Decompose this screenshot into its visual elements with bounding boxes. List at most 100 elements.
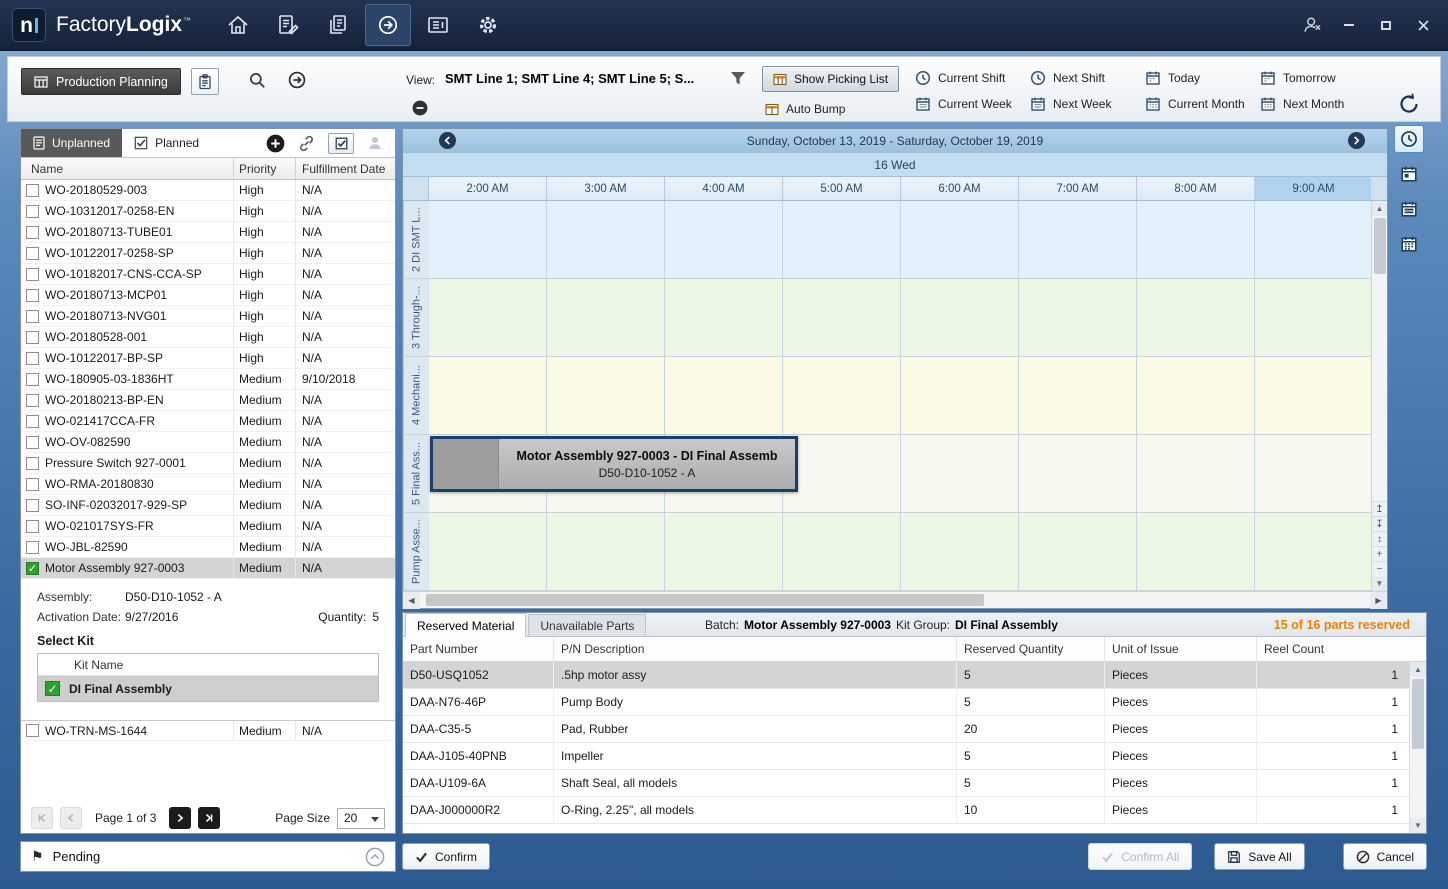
week-view-button[interactable]	[1394, 195, 1424, 223]
scroll-down-button[interactable]: ▼	[1372, 576, 1388, 591]
time-column-header[interactable]: 2:00 AM	[429, 177, 547, 200]
settings-nav-button[interactable]	[465, 4, 511, 46]
work-order-row[interactable]: Motor Assembly 927-0003 Medium N/A	[21, 558, 395, 579]
current-shift-button[interactable]: Current Shift	[915, 70, 1030, 86]
row-checkbox[interactable]	[26, 205, 39, 218]
column-header-date[interactable]: Fulfillment Date	[296, 158, 395, 179]
work-order-row[interactable]: WO-180905-03-1836HT Medium 9/10/2018	[21, 369, 395, 390]
row-checkbox[interactable]	[26, 478, 39, 491]
reports-nav-button[interactable]	[415, 4, 461, 46]
work-order-row[interactable]: WO-10122017-0258-SP High N/A	[21, 243, 395, 264]
jump-to-top-button[interactable]: ↥	[1372, 501, 1388, 516]
previous-week-arrow-button[interactable]	[439, 132, 456, 149]
time-column-header[interactable]: 6:00 AM	[901, 177, 1019, 200]
work-order-row[interactable]: WO-20180529-003 High N/A	[21, 180, 395, 201]
board-button[interactable]	[191, 68, 219, 95]
scroll-down-button[interactable]: ▼	[1410, 818, 1426, 833]
scheduled-task-bar[interactable]: Motor Assembly 927-0003 - DI Final Assem…	[430, 436, 798, 492]
time-column-header[interactable]: 8:00 AM	[1137, 177, 1255, 200]
work-order-row[interactable]: WO-20180713-TUBE01 High N/A	[21, 222, 395, 243]
scroll-right-button[interactable]: ▶	[1370, 592, 1387, 609]
save-all-button[interactable]: Save All	[1214, 843, 1304, 870]
row-checkbox[interactable]	[26, 436, 39, 449]
collapse-button[interactable]	[412, 100, 428, 116]
column-header-name[interactable]: Name	[21, 158, 234, 179]
next-shift-button[interactable]: Next Shift	[1030, 70, 1145, 86]
column-header-unit-of-issue[interactable]: Unit of Issue	[1105, 637, 1257, 661]
next-month-button[interactable]: Next Month	[1260, 96, 1372, 112]
work-order-row[interactable]: WO-10182017-CNS-CCA-SP High N/A	[21, 264, 395, 285]
resource-label[interactable]: 5 Final Ass...	[403, 435, 429, 512]
scrollbar-thumb[interactable]	[1374, 218, 1386, 274]
user-session-button[interactable]	[1301, 14, 1323, 36]
row-checkbox[interactable]	[26, 499, 39, 512]
resource-label[interactable]: 2 DI SMT L...	[403, 201, 429, 278]
schedule-lane[interactable]	[429, 201, 1371, 278]
today-button[interactable]: Today	[1145, 70, 1260, 86]
time-column-header[interactable]: 3:00 AM	[547, 177, 665, 200]
last-page-button[interactable]	[198, 807, 220, 829]
search-button[interactable]	[248, 71, 266, 89]
column-header-reel-count[interactable]: Reel Count	[1257, 637, 1426, 661]
worksheets-nav-button[interactable]	[265, 4, 311, 46]
work-order-row[interactable]: WO-20180713-MCP01 High N/A	[21, 285, 395, 306]
row-checkbox[interactable]	[26, 331, 39, 344]
tab-planned[interactable]: Planned	[122, 129, 211, 157]
zoom-out-button[interactable]: −	[1372, 561, 1388, 576]
work-order-row[interactable]: WO-021417CCA-FR Medium N/A	[21, 411, 395, 432]
row-checkbox[interactable]	[26, 289, 39, 302]
current-month-button[interactable]: Current Month	[1145, 96, 1260, 112]
time-column-header[interactable]: 4:00 AM	[665, 177, 783, 200]
confirm-all-button[interactable]: Confirm All	[1088, 843, 1192, 870]
task-drag-handle[interactable]	[433, 439, 499, 489]
column-header-reserved-quantity[interactable]: Reserved Quantity	[957, 637, 1105, 661]
locate-button[interactable]	[288, 71, 306, 89]
part-row[interactable]: D50-USQ1052 .5hp motor assy 5 Pieces 1	[403, 662, 1426, 689]
row-checkbox[interactable]	[26, 184, 39, 197]
kit-checkbox[interactable]	[45, 681, 60, 696]
show-selected-toggle[interactable]	[328, 133, 354, 154]
time-column-header[interactable]: 7:00 AM	[1019, 177, 1137, 200]
work-order-row[interactable]: WO-10312017-0258-EN High N/A	[21, 201, 395, 222]
scroll-up-button[interactable]: ▲	[1372, 201, 1388, 216]
production-planning-nav-button[interactable]	[365, 4, 411, 46]
work-order-row[interactable]: WO-20180713-NVG01 High N/A	[21, 306, 395, 327]
close-button[interactable]	[1412, 14, 1434, 36]
scroll-left-button[interactable]: ◀	[403, 592, 420, 609]
row-checkbox[interactable]	[26, 457, 39, 470]
part-row[interactable]: DAA-N76-46P Pump Body 5 Pieces 1	[403, 689, 1426, 716]
resource-label[interactable]: 4 Mechani...	[403, 357, 429, 434]
fit-rows-button[interactable]: ↕	[1372, 531, 1388, 546]
kit-row[interactable]: DI Final Assembly	[38, 676, 378, 701]
day-view-button[interactable]	[1394, 160, 1424, 188]
part-row[interactable]: DAA-U109-6A Shaft Seal, all models 5 Pie…	[403, 770, 1426, 797]
scrollbar-thumb[interactable]	[1412, 679, 1424, 749]
work-order-row[interactable]: WO-10122017-BP-SP High N/A	[21, 348, 395, 369]
tab-reserved-material[interactable]: Reserved Material	[405, 613, 526, 637]
work-order-row[interactable]: WO-20180213-BP-EN Medium N/A	[21, 390, 395, 411]
minimize-button[interactable]	[1338, 14, 1360, 36]
confirm-button[interactable]: Confirm	[402, 843, 490, 870]
row-checkbox[interactable]	[26, 373, 39, 386]
row-checkbox[interactable]	[26, 226, 39, 239]
home-nav-button[interactable]	[215, 4, 261, 46]
expand-status-button[interactable]	[365, 847, 385, 867]
resource-label[interactable]: 3 Through-...	[403, 279, 429, 356]
row-checkbox[interactable]	[26, 520, 39, 533]
work-order-row[interactable]: SO-INF-02032017-929-SP Medium N/A	[21, 495, 395, 516]
next-week-arrow-button[interactable]	[1348, 132, 1365, 149]
day-header[interactable]: 16 Wed	[403, 152, 1387, 176]
schedule-lane[interactable]	[429, 513, 1371, 590]
view-value[interactable]: SMT Line 1; SMT Line 4; SMT Line 5; S...	[445, 71, 694, 86]
work-order-row[interactable]: WO-TRN-MS-1644 Medium N/A	[21, 720, 395, 741]
assign-user-button[interactable]	[367, 135, 383, 151]
parts-vertical-scrollbar[interactable]: ▲ ▼	[1409, 662, 1426, 833]
work-order-row[interactable]: WO-RMA-20180830 Medium N/A	[21, 474, 395, 495]
first-page-button[interactable]	[31, 807, 53, 829]
link-work-order-button[interactable]	[298, 135, 315, 152]
maximize-button[interactable]	[1375, 14, 1397, 36]
row-checkbox[interactable]	[26, 724, 39, 737]
work-order-row[interactable]: WO-OV-082590 Medium N/A	[21, 432, 395, 453]
row-checkbox[interactable]	[26, 268, 39, 281]
row-checkbox[interactable]	[26, 247, 39, 260]
